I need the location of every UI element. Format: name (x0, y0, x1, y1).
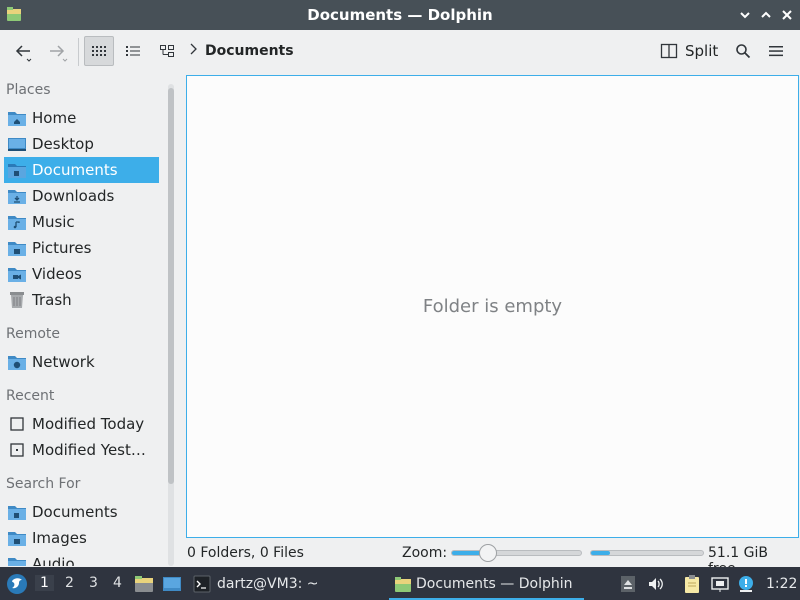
split-label: Split (685, 42, 719, 60)
tree-view-button[interactable] (152, 36, 182, 66)
clock[interactable]: 1:22 (766, 567, 797, 600)
minimize-icon[interactable] (737, 7, 753, 23)
show-desktop-button[interactable] (134, 567, 154, 600)
window-title: Documents — Dolphin (307, 6, 493, 24)
tree-view-icon (160, 45, 174, 57)
videos-folder-icon (7, 265, 27, 283)
desktop-3[interactable]: 3 (89, 575, 98, 591)
distro-logo-icon (7, 573, 27, 594)
place-videos[interactable]: Videos (4, 261, 159, 287)
zoom-slider[interactable] (451, 544, 582, 562)
task-dolphin[interactable]: Documents — Dolphin (394, 567, 572, 600)
place-home[interactable]: Home (4, 105, 159, 131)
volume-tray-button[interactable] (647, 567, 665, 600)
window-titlebar[interactable]: Documents — Dolphin (0, 0, 800, 30)
task-terminal-label: dartz@VM3: ~ (217, 575, 319, 592)
scrollbar-thumb[interactable] (168, 88, 174, 484)
desktop-1[interactable]: 1 (35, 575, 54, 591)
toolbar-separator (78, 38, 79, 66)
back-button[interactable] (8, 36, 38, 66)
desktop-icon (163, 576, 181, 591)
icons-view-button[interactable] (84, 36, 114, 66)
wired-network-icon (711, 576, 729, 592)
desktop-2[interactable]: 2 (65, 575, 74, 591)
places-panel: Places Home Desktop Documents Downloads … (0, 76, 182, 566)
menu-button[interactable] (761, 36, 791, 66)
hamburger-menu-icon (769, 46, 783, 57)
terminal-icon (193, 575, 211, 592)
desktop-icon (7, 135, 27, 153)
notifications-tray-button[interactable] (737, 567, 755, 600)
arrow-right-icon (50, 45, 68, 62)
section-places: Places (6, 82, 51, 98)
free-space-fill (591, 551, 611, 555)
notification-icon (739, 575, 753, 592)
calendar-today-icon (7, 415, 27, 433)
app-launcher-button[interactable] (6, 567, 28, 600)
place-downloads[interactable]: Downloads (4, 183, 159, 209)
details-view-button[interactable] (118, 36, 148, 66)
section-search-for: Search For (6, 476, 81, 492)
volume-icon (649, 577, 663, 590)
place-trash[interactable]: Trash (4, 287, 159, 313)
task-dolphin-label: Documents — Dolphin (416, 575, 573, 592)
search-icon (736, 44, 751, 59)
eject-tray-button[interactable] (620, 567, 636, 600)
network-folder-icon (7, 353, 27, 371)
network-tray-button[interactable] (710, 567, 730, 600)
breadcrumb-current[interactable]: Documents (205, 43, 294, 59)
taskbar: 1 2 3 4 dartz@VM3: ~ Documents — Dolphin (0, 567, 800, 600)
dolphin-app-icon (395, 576, 411, 592)
file-manager-launcher-icon (135, 575, 153, 592)
documents-folder-icon (7, 503, 27, 521)
split-button[interactable]: Split (660, 36, 718, 66)
downloads-folder-icon (7, 187, 27, 205)
eject-icon (621, 575, 635, 592)
pictures-folder-icon (7, 239, 27, 257)
place-music[interactable]: Music (4, 209, 159, 235)
calendar-yesterday-icon (7, 441, 27, 459)
trash-icon (7, 291, 27, 309)
places-scrollbar[interactable] (165, 84, 177, 566)
place-network[interactable]: Network (4, 349, 159, 375)
split-view-icon (660, 43, 678, 59)
section-recent: Recent (6, 388, 55, 404)
status-bar: 0 Folders, 0 Files Zoom: 51.1 GiB free (0, 541, 800, 577)
toolbar: Documents Split (0, 30, 800, 72)
search-button[interactable] (728, 36, 758, 66)
home-folder-icon (7, 109, 27, 127)
zoom-slider-handle[interactable] (479, 544, 498, 562)
forward-button[interactable] (42, 36, 72, 66)
list-view-icon (126, 46, 140, 56)
zoom-label: Zoom: (402, 545, 448, 561)
maximize-icon[interactable] (758, 7, 774, 23)
close-icon[interactable] (779, 7, 795, 23)
desktop-launcher-button[interactable] (162, 567, 182, 600)
section-remote: Remote (6, 326, 61, 342)
search-documents[interactable]: Documents (4, 499, 159, 525)
file-view[interactable]: Folder is empty (186, 75, 799, 538)
items-summary: 0 Folders, 0 Files (187, 545, 304, 561)
place-modified-yesterday[interactable]: Modified Yesterday (4, 437, 159, 463)
empty-folder-message: Folder is empty (422, 296, 563, 317)
place-modified-today[interactable]: Modified Today (4, 411, 159, 437)
grid-view-icon (92, 46, 106, 56)
place-pictures[interactable]: Pictures (4, 235, 159, 261)
breadcrumb-chevron-icon (189, 42, 199, 60)
free-space-bar (590, 550, 704, 556)
clipboard-tray-button[interactable] (683, 567, 701, 600)
clipboard-icon (685, 574, 699, 593)
desktop-4[interactable]: 4 (113, 575, 122, 591)
task-terminal[interactable]: dartz@VM3: ~ (193, 567, 319, 600)
arrow-left-icon (15, 45, 32, 62)
music-folder-icon (7, 213, 27, 231)
place-documents[interactable]: Documents (4, 157, 159, 183)
place-desktop[interactable]: Desktop (4, 131, 159, 157)
documents-folder-icon (7, 161, 27, 179)
